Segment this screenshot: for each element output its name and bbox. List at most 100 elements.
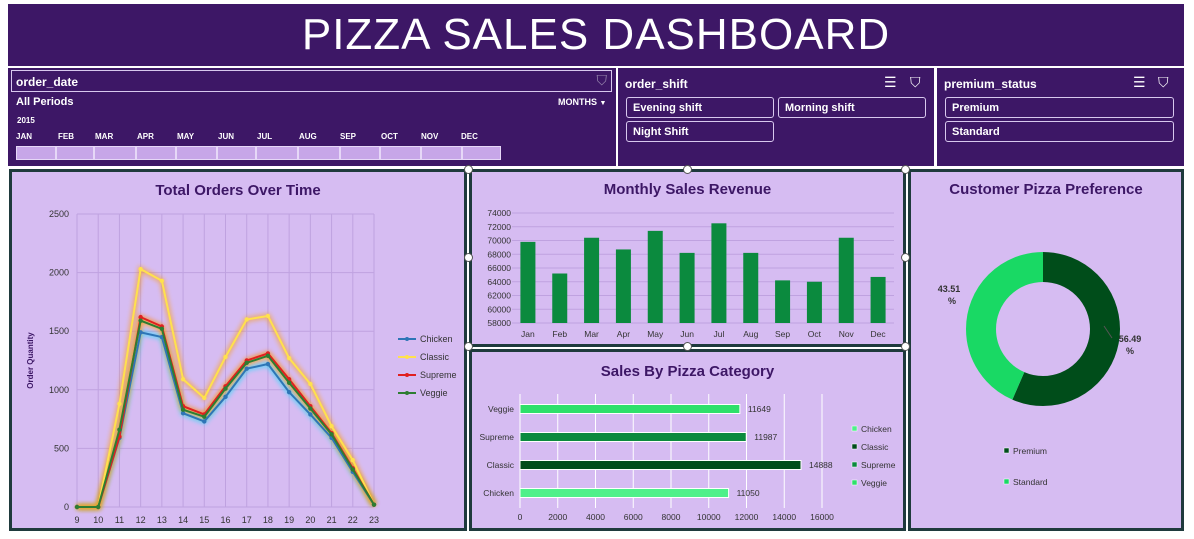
revenue-bar — [711, 223, 727, 323]
data-point — [244, 366, 249, 371]
multi-select-icon[interactable]: ☰ — [884, 74, 897, 91]
month-cell[interactable] — [421, 146, 462, 160]
x-tick-label: Sep — [775, 329, 790, 339]
data-label-standard: 43.51% — [938, 284, 961, 306]
order-shift-field-label: order_shift — [625, 77, 688, 91]
clear-filter-icon[interactable]: ⛉ — [1158, 74, 1169, 91]
category-bar — [519, 432, 747, 442]
x-tick-label: Apr — [617, 329, 630, 339]
resize-handle[interactable] — [901, 342, 910, 351]
x-tick-label: 11 — [115, 515, 124, 525]
legend-label: Chicken — [420, 334, 453, 344]
x-tick-label: May — [647, 329, 664, 339]
x-tick-label: 17 — [242, 515, 252, 525]
y-tick-label: 2500 — [49, 209, 69, 219]
x-tick-label: 12000 — [735, 512, 759, 522]
resize-handle[interactable] — [464, 253, 473, 262]
revenue-bar — [679, 252, 695, 323]
month-label: APR — [137, 132, 154, 141]
month-cell[interactable] — [298, 146, 340, 160]
legend-label: Veggie — [420, 388, 448, 398]
data-point — [202, 395, 207, 401]
order-date-slicer[interactable]: order_date ⛉ All Periods MONTHS ▼ 2015 J… — [8, 68, 616, 166]
premium-status-field-label: premium_status — [944, 77, 1037, 91]
resize-handle[interactable] — [901, 253, 910, 262]
category-bar — [519, 460, 802, 470]
month-label: JUN — [218, 132, 235, 141]
month-cell[interactable] — [94, 146, 136, 160]
x-tick-label: Mar — [584, 329, 599, 339]
legend-label: Standard — [1013, 477, 1048, 487]
x-tick-label: Jan — [521, 329, 535, 339]
revenue-bar — [743, 252, 759, 323]
page-title: PIZZA SALES DASHBOARD — [8, 4, 1184, 66]
data-point — [159, 326, 165, 332]
shift-item-night[interactable]: Night Shift — [626, 121, 774, 142]
month-cell[interactable] — [217, 146, 256, 160]
order-shift-slicer[interactable]: order_shift ☰ ⛉ Evening shift Morning sh… — [618, 68, 934, 166]
month-cell[interactable] — [136, 146, 176, 160]
data-label-line: 43.51 — [938, 284, 961, 294]
month-cell[interactable] — [340, 146, 380, 160]
clear-filter-icon[interactable]: ⛉ — [910, 74, 921, 91]
data-point — [350, 457, 355, 463]
data-label-line: 56.49 — [1119, 334, 1142, 344]
legend-swatch — [1003, 447, 1010, 454]
data-point — [202, 414, 207, 419]
premium-status-slicer[interactable]: premium_status ☰ ⛉ Premium Standard — [937, 68, 1184, 166]
period-label: All Periods — [16, 96, 74, 108]
month-cell[interactable] — [256, 146, 298, 160]
clear-filter-icon[interactable]: ⛉ — [597, 72, 608, 89]
data-point — [138, 266, 143, 272]
y-axis-label: Order Quantity — [26, 332, 35, 389]
y-tick-label: 1000 — [49, 385, 69, 395]
y-tick-label: 74000 — [487, 208, 511, 218]
data-point — [180, 377, 186, 382]
month-cell[interactable] — [176, 146, 217, 160]
month-cell[interactable] — [380, 146, 421, 160]
legend-swatch — [851, 443, 858, 450]
data-label-premium: 56.49% — [1119, 334, 1142, 356]
orders-chart-title: Total Orders Over Time — [155, 182, 321, 199]
category-bar — [519, 488, 730, 498]
resize-handle[interactable] — [683, 342, 692, 351]
revenue-bar — [552, 273, 568, 323]
revenue-column-chart: 58000 60000 62000 64000 66000 68000 70000 72000… — [487, 208, 894, 339]
multi-select-icon[interactable]: ☰ — [1133, 74, 1146, 91]
data-point — [308, 412, 313, 417]
data-point — [244, 317, 249, 322]
data-point — [329, 423, 334, 429]
x-tick-label: Jul — [713, 329, 724, 339]
month-cell[interactable] — [56, 146, 94, 160]
resize-handle[interactable] — [683, 165, 692, 174]
x-tick-label: Feb — [552, 329, 567, 339]
month-label: FEB — [58, 132, 74, 141]
month-cell[interactable] — [462, 146, 501, 160]
y-tick-label: 58000 — [487, 318, 511, 328]
category-label: Veggie — [488, 404, 514, 414]
x-tick-label: 21 — [327, 515, 337, 525]
month-cell[interactable] — [16, 146, 56, 160]
x-tick-label: 16 — [220, 515, 230, 525]
status-item-standard[interactable]: Standard — [945, 121, 1174, 142]
y-tick-label: 72000 — [487, 222, 511, 232]
status-item-premium[interactable]: Premium — [945, 97, 1174, 118]
granularity-label: MONTHS — [558, 97, 597, 107]
y-tick-label: 64000 — [487, 277, 511, 287]
x-tick-label: 8000 — [662, 512, 681, 522]
resize-handle[interactable] — [464, 165, 473, 174]
granularity-dropdown[interactable]: MONTHS ▼ — [558, 97, 606, 107]
resize-handle[interactable] — [464, 342, 473, 351]
category-chart-title: Sales By Pizza Category — [600, 363, 775, 380]
shift-item-evening[interactable]: Evening shift — [626, 97, 774, 118]
category-sales-panel: Sales By Pizza Category 0 2000 4000 6000 800… — [469, 349, 906, 531]
data-point — [308, 406, 313, 411]
data-point — [286, 389, 292, 395]
y-tick-label: 68000 — [487, 249, 511, 259]
monthly-revenue-panel: Monthly Sales Revenue 58000 60000 62000 640… — [469, 169, 906, 347]
y-tick-label: 70000 — [487, 236, 511, 246]
shift-item-morning[interactable]: Morning shift — [778, 97, 926, 118]
resize-handle[interactable] — [901, 165, 910, 174]
data-label: 14888 — [809, 460, 833, 470]
x-tick-label: 10 — [93, 515, 103, 525]
